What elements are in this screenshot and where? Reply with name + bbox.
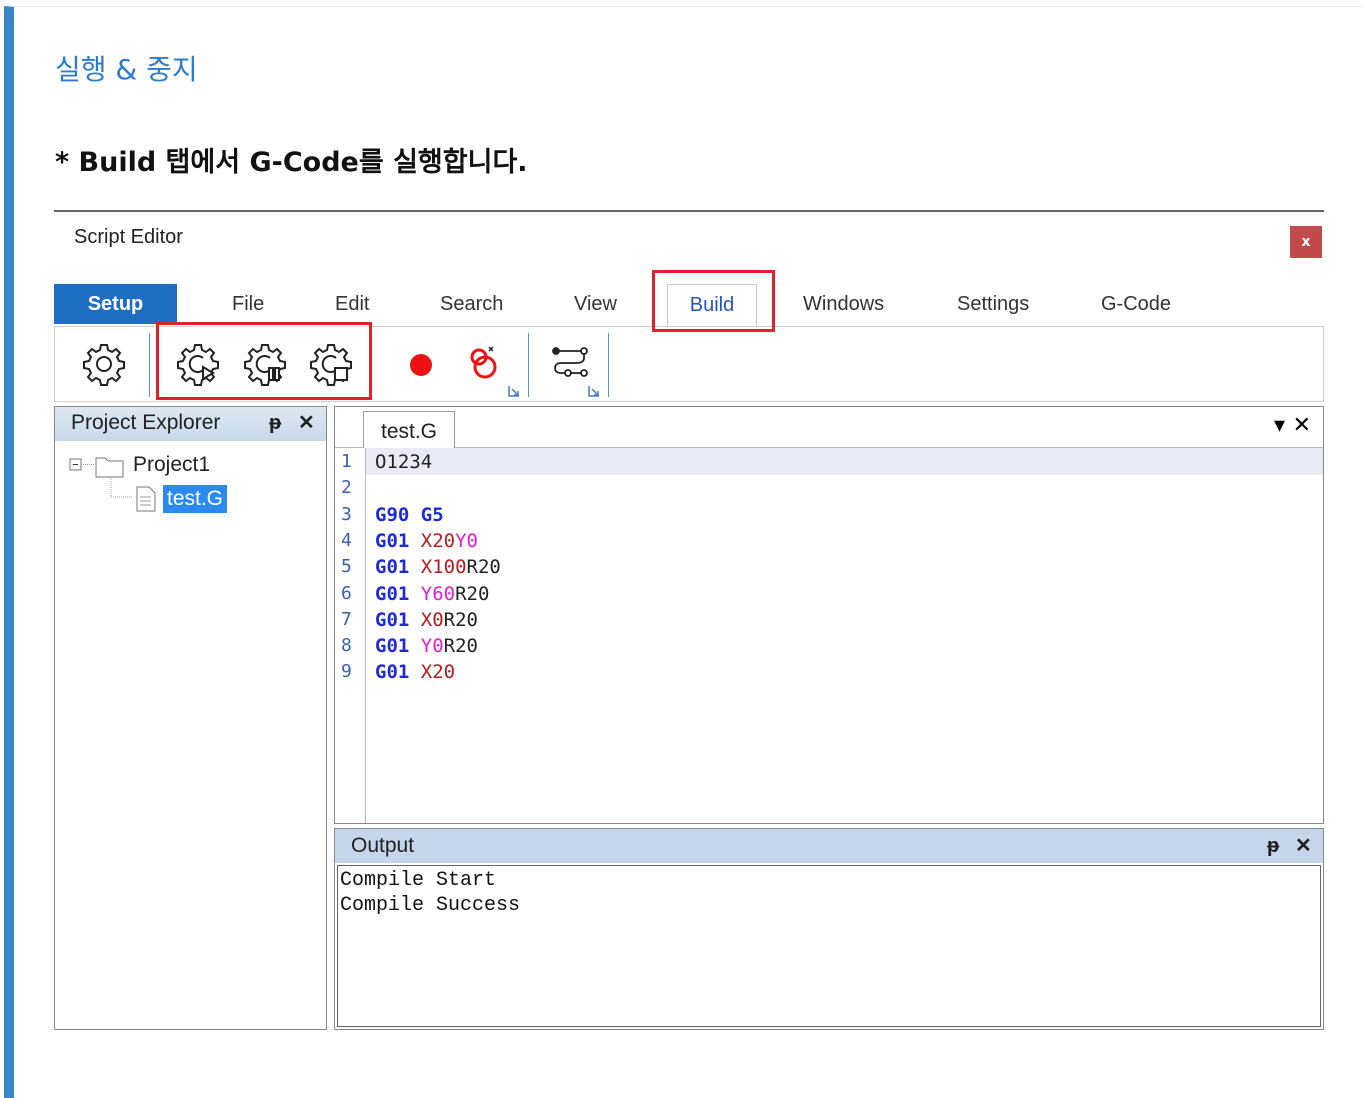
code-token: G01 <box>375 661 421 684</box>
pin-icon[interactable]: ᵽ <box>1267 829 1279 863</box>
line-number: 8 <box>341 635 352 657</box>
tab-view[interactable]: View <box>574 284 617 324</box>
tab-settings[interactable]: Settings <box>957 284 1029 324</box>
line-number: 4 <box>341 529 352 551</box>
output-title: Output <box>351 834 415 857</box>
output-line: Compile Success <box>340 894 521 917</box>
toolbar-separator <box>608 333 609 397</box>
code-line: G01 X0R20 <box>375 609 478 631</box>
output-panel: Output ᵽ ✕ Compile Start Compile Success <box>334 828 1324 1030</box>
tab-file[interactable]: File <box>232 284 264 324</box>
code-line: O1234 <box>375 451 432 473</box>
record-icon[interactable] <box>398 341 444 387</box>
section-heading: 실행 & 중지 <box>55 53 198 86</box>
output-line: Compile Start <box>340 869 497 892</box>
code-token: G01 <box>375 582 421 605</box>
toolbar-separator <box>528 333 529 397</box>
close-icon[interactable]: ✕ <box>1293 413 1311 438</box>
code-token: X20 <box>420 529 456 552</box>
tab-g-code[interactable]: G-Code <box>1101 284 1171 324</box>
tab-search[interactable]: Search <box>440 284 503 324</box>
tree-item-file-selected[interactable]: test.G <box>163 485 228 513</box>
toolbar-separator <box>149 333 150 397</box>
pin-icon[interactable]: ᵽ <box>269 407 281 439</box>
group-launcher-icon[interactable] <box>588 385 600 397</box>
tab-windows[interactable]: Windows <box>803 284 884 324</box>
code-token: G01 <box>375 635 421 658</box>
editor-tab-test-g[interactable]: test.G <box>363 411 455 448</box>
code-token: G01 <box>375 608 421 631</box>
compile-buttons-highlight <box>156 322 372 400</box>
editor-tab-bar: test.G ▾ ✕ <box>335 407 1323 448</box>
close-icon[interactable]: ✕ <box>298 407 315 439</box>
settings-icon[interactable] <box>81 341 127 387</box>
code-token: Y0 <box>420 635 444 658</box>
line-number: 9 <box>341 661 352 683</box>
code-line: G01 Y60R20 <box>375 583 489 605</box>
tree-item-project[interactable]: Project1 <box>133 453 210 477</box>
line-number: 1 <box>341 451 352 472</box>
code-line: G01 X20Y0 <box>375 530 478 552</box>
project-explorer-title: Project Explorer <box>71 411 221 434</box>
code-token: X100 <box>420 556 467 579</box>
window-close-button[interactable]: x <box>1290 226 1322 258</box>
code-line: G01 X100R20 <box>375 556 501 578</box>
window-title: Script Editor <box>74 226 183 248</box>
code-token: G90 G5 <box>375 503 444 526</box>
tab-edit[interactable]: Edit <box>335 284 369 324</box>
code-token: G01 <box>375 529 421 552</box>
code-line: G90 G5 <box>375 504 444 526</box>
current-line-highlight <box>366 448 1323 475</box>
dropdown-icon[interactable]: ▾ <box>1274 413 1285 438</box>
flow-icon[interactable] <box>547 341 593 387</box>
clear-breakpoint-icon[interactable] <box>461 341 507 387</box>
line-number: 7 <box>341 608 352 630</box>
code-token: Y0 <box>455 529 478 552</box>
build-tab-highlight <box>652 270 775 332</box>
group-launcher-icon[interactable] <box>508 385 520 397</box>
code-token: R20 <box>455 582 490 605</box>
code-token: X0 <box>420 608 444 631</box>
project-explorer-panel: Project Explorer ᵽ ✕ Project1 test.G <box>54 406 327 1030</box>
code-token: G01 <box>375 556 421 579</box>
code-token: Y60 <box>420 582 456 605</box>
line-number: 3 <box>341 503 352 525</box>
code-editor-panel: test.G ▾ ✕ 123456789 O1234 G90 G5 G01 X20Y… <box>334 406 1324 824</box>
line-number: 6 <box>341 582 352 604</box>
instruction-text: * Build 탭에서 G-Code를 실행합니다. <box>55 147 528 178</box>
file-icon <box>136 486 156 512</box>
close-icon[interactable]: ✕ <box>1295 829 1312 863</box>
code-token: R20 <box>443 635 478 658</box>
code-token: R20 <box>443 608 478 631</box>
line-number: 5 <box>341 556 352 578</box>
code-token: O1234 <box>375 451 433 473</box>
code-token: R20 <box>466 556 501 579</box>
folder-icon <box>95 457 124 478</box>
output-text-area[interactable]: Compile Start Compile Success <box>337 865 1321 1027</box>
tab-setup[interactable]: Setup <box>54 284 177 324</box>
code-line: G01 X20 <box>375 661 455 683</box>
code-token: X20 <box>420 661 456 684</box>
line-number: 2 <box>341 477 352 499</box>
project-explorer-header: Project Explorer ᵽ ✕ <box>55 407 326 441</box>
output-header: Output ᵽ ✕ <box>335 829 1323 863</box>
code-line: G01 Y0R20 <box>375 635 478 657</box>
